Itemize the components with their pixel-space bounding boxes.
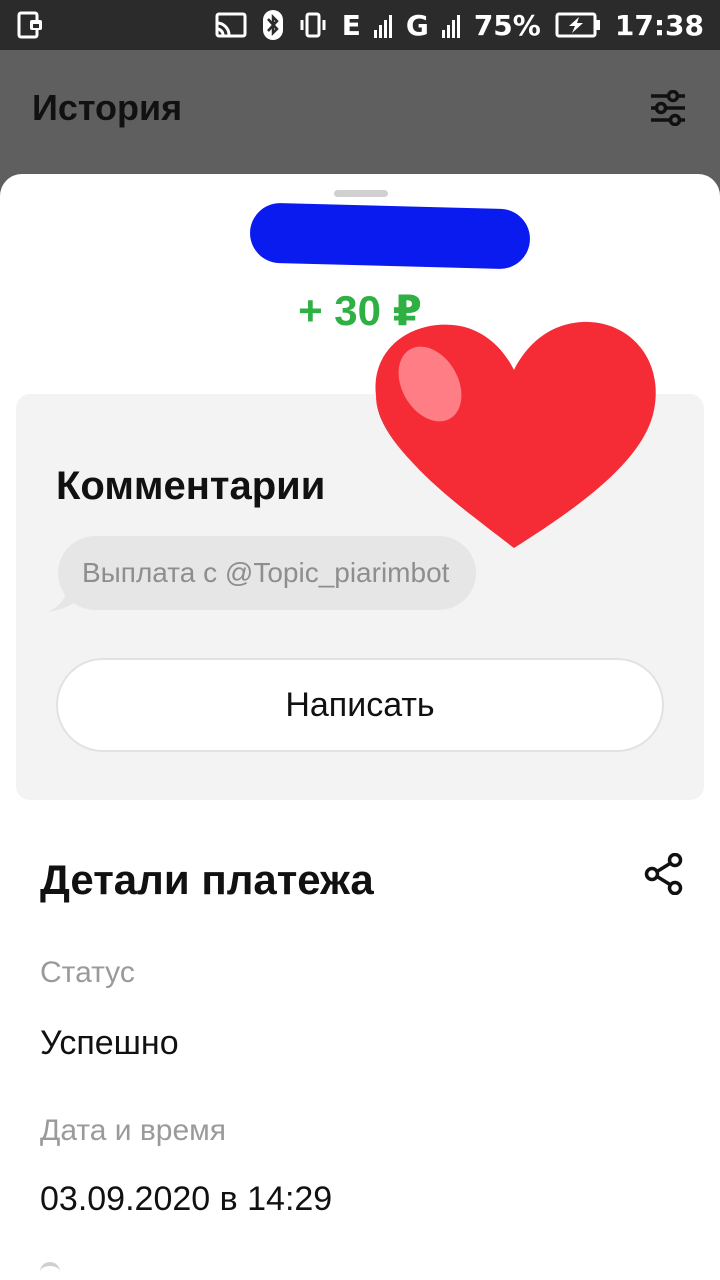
network-type-g: G [405, 8, 429, 42]
status-bar: E G 75% 17:38 [0, 0, 720, 50]
network-type-e: E [341, 8, 361, 42]
sliders-icon [651, 89, 685, 126]
battery-percent: 75% [473, 8, 541, 42]
comment-text: Выплата с @Topic_piarimbot [82, 557, 450, 588]
datetime-value: 03.09.2020 в 14:29 [40, 1180, 333, 1218]
redaction-scribble [249, 202, 531, 270]
comments-title: Комментарии [56, 464, 326, 508]
bluetooth-icon [262, 9, 284, 41]
page-title: История [32, 86, 183, 128]
battery-charging-icon [555, 12, 601, 38]
cast-icon [214, 11, 248, 39]
details-title: Детали платежа [40, 856, 374, 903]
drag-handle[interactable] [334, 190, 388, 197]
transaction-sheet: + 30 ₽ Комментарии Выплата с @Topic_piar… [0, 174, 720, 1280]
signal-icon-2 [441, 12, 460, 38]
write-button[interactable]: Написать [56, 658, 664, 752]
datetime-label: Дата и время [40, 1114, 227, 1147]
filter-button[interactable] [648, 88, 688, 128]
vibrate-icon [298, 10, 328, 40]
share-icon [644, 853, 683, 895]
app-bar: История [0, 50, 720, 165]
signal-icon [373, 12, 392, 38]
clock: 17:38 [614, 8, 704, 42]
next-field-label-cropped [40, 1262, 60, 1280]
share-button[interactable] [640, 850, 688, 898]
status-label: Статус [40, 956, 135, 989]
status-value: Успешно [40, 1024, 179, 1062]
sim-lock-icon [16, 10, 46, 40]
heart-sticker [375, 321, 656, 548]
